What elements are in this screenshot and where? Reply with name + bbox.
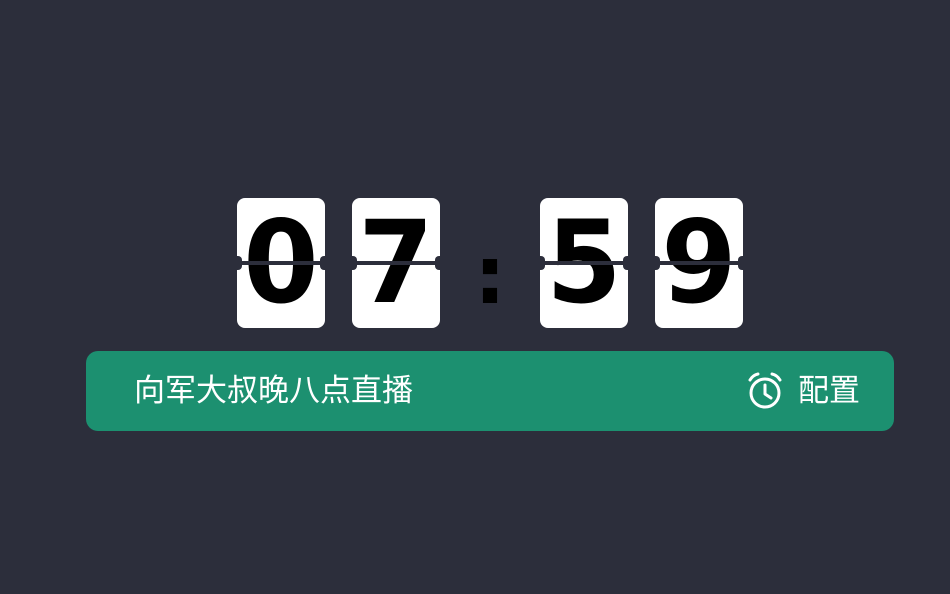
hour-ones-card: 7 [352,198,440,328]
card-hinge-right [738,256,743,270]
card-hinge-right [623,256,628,270]
alarm-clock-icon [746,371,784,411]
card-hinge-left [540,256,545,270]
flip-clock-screen: 0 7 : 5 9 向军大叔晚八点直播 配置 [0,0,950,594]
card-split-line [352,261,440,265]
card-split-line [655,261,743,265]
card-hinge-left [237,256,242,270]
minute-tens-card: 5 [540,198,628,328]
card-hinge-right [320,256,325,270]
minute-ones-card: 9 [655,198,743,328]
card-hinge-left [655,256,660,270]
card-hinge-left [352,256,357,270]
banner-title: 向军大叔晚八点直播 [134,373,413,409]
hour-tens-card: 0 [237,198,325,328]
flip-clock: 0 7 : 5 9 [0,196,950,332]
time-separator: : [474,229,506,322]
card-hinge-right [435,256,440,270]
config-button[interactable]: 配置 [746,369,860,413]
config-button-label: 配置 [798,373,860,409]
card-split-line [540,261,628,265]
card-split-line [237,261,325,265]
banner-bar: 向军大叔晚八点直播 配置 [86,351,894,431]
